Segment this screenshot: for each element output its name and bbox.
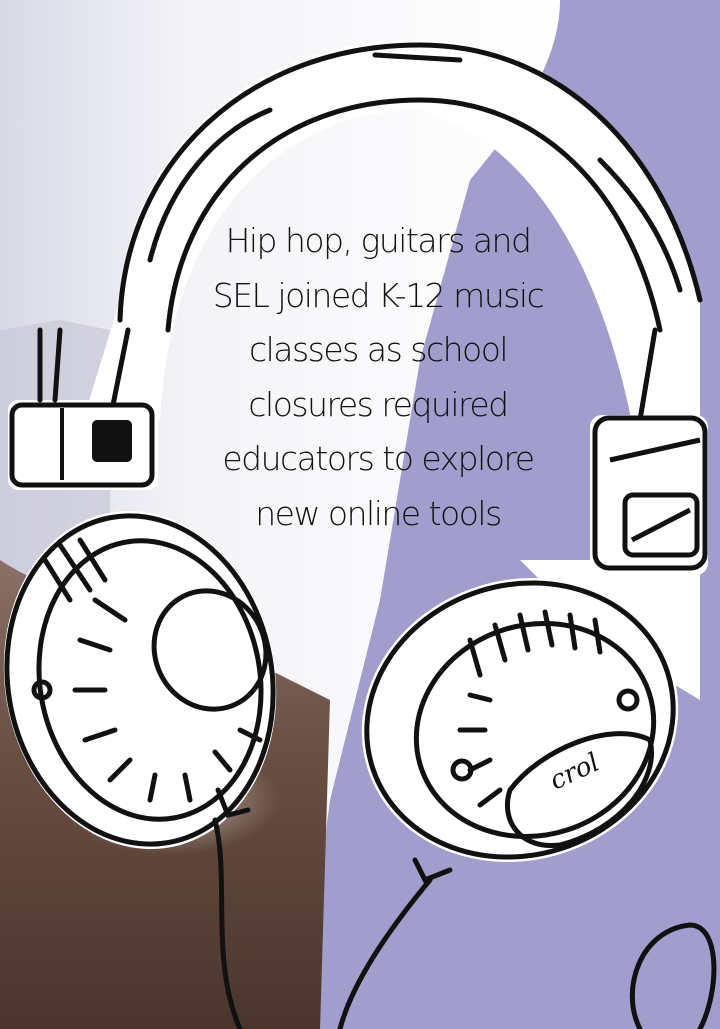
headline: Hip hop, guitars and SEL joined K-12 mus…: [168, 214, 588, 541]
headline-line: SEL joined K-12 music: [212, 275, 545, 315]
headline-line: closures required: [248, 384, 509, 424]
headline-line: educators to explore: [222, 439, 535, 478]
headline-line: Hip hop, guitars and: [225, 221, 532, 260]
poster: crol Hip hop, guitars and SEL joined K-1…: [0, 0, 720, 1029]
headline-line: classes as school: [248, 330, 509, 369]
left-slider: [9, 402, 155, 488]
headline-line: new online tools: [255, 493, 502, 533]
right-slider: [592, 415, 708, 571]
